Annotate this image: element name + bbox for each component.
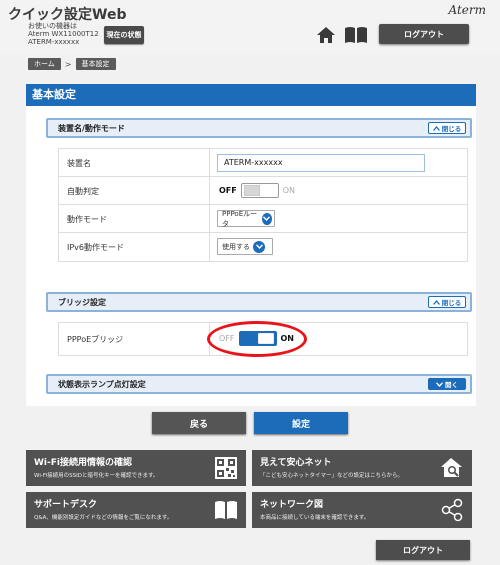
mieru-anshin-net-tile[interactable]: 見えて安心ネット 「こども安心ネットタイマー」などの設定はこちらから。: [252, 450, 472, 486]
toggle-off-label: OFF: [219, 186, 237, 195]
bridge-group-header[interactable]: ブリッジ設定 閉じる: [46, 292, 472, 312]
device-group-header[interactable]: 装置名/動作モード 閉じる: [46, 118, 472, 138]
device-settings-table: 装置名 ATERM-xxxxxx 自動判定 OFF ON 動作モード PPPoE…: [58, 148, 468, 262]
collapse-label: 閉じる: [441, 125, 462, 133]
auto-detect-switch[interactable]: [240, 183, 279, 198]
expand-label: 開く: [445, 381, 458, 389]
tile-title: ネットワーク図: [260, 500, 324, 510]
settings-panel: 装置名/動作モード 閉じる 装置名 ATERM-xxxxxx 自動判定 OFF …: [26, 106, 476, 406]
tile-description: 本商品に接続している端末を確認できます。: [260, 515, 370, 521]
lamp-group-expand-button[interactable]: 開く: [428, 378, 466, 390]
auto-detect-toggle[interactable]: OFF ON: [219, 183, 295, 198]
logout-button[interactable]: ログアウト: [379, 24, 469, 44]
collapse-label: 閉じる: [441, 299, 462, 307]
chevron-down-icon: [261, 212, 272, 225]
apply-button[interactable]: 設定: [254, 412, 348, 434]
table-row: 装置名 ATERM-xxxxxx: [59, 149, 467, 177]
ipv6-mode-label: IPv6動作モード: [67, 243, 125, 252]
tile-title: 見えて安心ネット: [260, 458, 332, 468]
house-search-icon: [441, 458, 462, 477]
wifi-info-tile[interactable]: Wi-Fi接続用情報の確認 Wi-Fi接続用のSSIDと暗号化キーを確認できます…: [26, 450, 246, 486]
operation-mode-select[interactable]: PPPoEルータ: [217, 209, 275, 228]
table-row: IPv6動作モード 使用する: [59, 233, 467, 261]
breadcrumb-separator-icon: >: [64, 59, 72, 69]
book-icon: [215, 501, 237, 519]
tile-title: サポートデスク: [34, 500, 98, 510]
lamp-group-title: 状態表示ランプ点灯設定: [58, 380, 146, 389]
app-title: クイック設定Web: [8, 7, 127, 23]
header: クイック設定Web お使いの機器は Aterm WX11000T12 ATERM…: [0, 0, 500, 54]
page-title: 基本設定: [26, 84, 476, 106]
table-row: 動作モード PPPoEルータ: [59, 205, 467, 233]
qr-code-icon: [215, 457, 237, 479]
back-button[interactable]: 戻る: [152, 412, 246, 434]
device-group-collapse-button[interactable]: 閉じる: [428, 122, 466, 134]
operation-mode-value: PPPoEルータ: [222, 209, 258, 228]
table-row: 自動判定 OFF ON: [59, 177, 467, 205]
bridge-group-title: ブリッジ設定: [58, 298, 106, 307]
pppoe-bridge-label: PPPoEブリッジ: [67, 335, 124, 344]
footer-logout-button[interactable]: ログアウト: [376, 540, 470, 560]
device-model: Aterm WX11000T12: [28, 30, 99, 38]
highlight-annotation-ring: [207, 321, 307, 357]
breadcrumb: ホーム > 基本設定: [28, 58, 116, 70]
tile-title: Wi-Fi接続用情報の確認: [34, 458, 132, 468]
home-icon[interactable]: [316, 25, 336, 45]
toggle-on-label: ON: [282, 186, 296, 195]
auto-detect-label: 自動判定: [67, 187, 99, 196]
chevron-up-icon: [432, 125, 440, 131]
device-info: お使いの機器は Aterm WX11000T12 ATERM-xxxxxx: [28, 22, 99, 46]
current-status-button[interactable]: 現在の状態: [104, 26, 144, 44]
device-info-line: お使いの機器は: [28, 22, 77, 30]
chevron-down-icon: [253, 240, 265, 253]
breadcrumb-home[interactable]: ホーム: [28, 58, 61, 70]
device-name: ATERM-xxxxxx: [28, 38, 80, 46]
manual-book-icon[interactable]: [344, 26, 368, 44]
device-name-input[interactable]: ATERM-xxxxxx: [217, 154, 425, 172]
chevron-up-icon: [432, 299, 440, 305]
ipv6-mode-value: 使用する: [222, 242, 250, 251]
switch-knob[interactable]: [243, 185, 260, 196]
breadcrumb-current: 基本設定: [75, 58, 116, 70]
operation-mode-label: 動作モード: [67, 215, 107, 224]
network-map-tile[interactable]: ネットワーク図 本商品に接続している端末を確認できます。: [252, 492, 472, 528]
tile-description: Q&A、機能別設定ガイドなどの情報をご覧になれます。: [34, 515, 173, 521]
tile-description: Wi-Fi接続用のSSIDと暗号化キーを確認できます。: [34, 473, 159, 479]
tile-description: 「こども安心ネットタイマー」などの設定はこちらから。: [260, 473, 404, 479]
support-desk-tile[interactable]: サポートデスク Q&A、機能別設定ガイドなどの情報をご覧になれます。: [26, 492, 246, 528]
chevron-down-icon: [436, 381, 443, 387]
device-group-title: 装置名/動作モード: [58, 124, 125, 133]
lamp-group-header[interactable]: 状態表示ランプ点灯設定 開く: [46, 374, 472, 394]
network-icon: [441, 498, 463, 522]
ipv6-mode-select[interactable]: 使用する: [217, 238, 273, 255]
bridge-group-collapse-button[interactable]: 閉じる: [428, 296, 466, 308]
brand-logo: Aterm: [448, 3, 487, 17]
device-name-label: 装置名: [67, 159, 91, 168]
